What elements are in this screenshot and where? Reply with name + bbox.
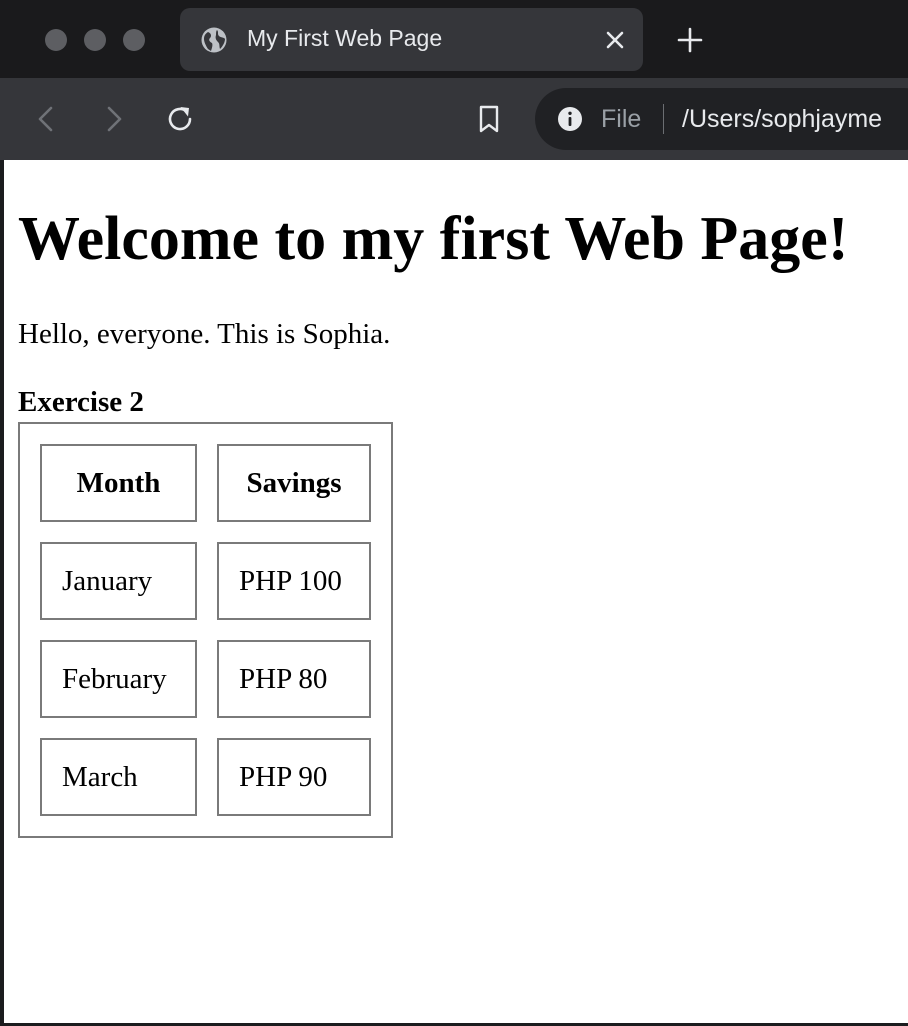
table-row: January PHP 100	[40, 542, 371, 620]
header-savings: Savings	[217, 444, 371, 522]
zoom-window-button[interactable]	[123, 29, 145, 51]
tab-strip: My First Web Page	[0, 0, 908, 78]
close-icon[interactable]	[603, 28, 627, 52]
month-cell: March	[40, 738, 197, 816]
url-divider	[663, 104, 664, 134]
table-row: February PHP 80	[40, 640, 371, 718]
url-text[interactable]: /Users/sophjayme	[682, 105, 882, 134]
address-bar[interactable]: File /Users/sophjayme	[535, 88, 908, 150]
header-month: Month	[40, 444, 197, 522]
plus-icon[interactable]	[672, 22, 708, 58]
page-viewport: Welcome to my first Web Page! Hello, eve…	[4, 160, 908, 1023]
close-window-button[interactable]	[45, 29, 67, 51]
back-arrow-icon[interactable]	[30, 102, 64, 136]
month-cell: February	[40, 640, 197, 718]
bookmark-icon[interactable]	[472, 102, 506, 136]
info-icon[interactable]	[557, 106, 583, 132]
minimize-window-button[interactable]	[84, 29, 106, 51]
table-row: March PHP 90	[40, 738, 371, 816]
reload-icon[interactable]	[163, 102, 197, 136]
intro-text: Hello, everyone. This is Sophia.	[18, 318, 391, 350]
savings-cell: PHP 80	[217, 640, 371, 718]
savings-cell: PHP 90	[217, 738, 371, 816]
page-title: Welcome to my first Web Page!	[18, 205, 849, 273]
globe-icon	[201, 27, 227, 53]
tab-active[interactable]: My First Web Page	[180, 8, 643, 71]
table-header-row: Month Savings	[40, 444, 371, 522]
savings-table: Month Savings January PHP 100 February P…	[18, 422, 393, 838]
browser-toolbar: File /Users/sophjayme	[0, 78, 908, 160]
tab-title: My First Web Page	[247, 25, 443, 51]
table-caption: Exercise 2	[18, 386, 144, 418]
month-cell: January	[40, 542, 197, 620]
savings-cell: PHP 100	[217, 542, 371, 620]
scheme-label: File	[601, 105, 642, 133]
forward-arrow-icon[interactable]	[96, 102, 130, 136]
browser-window: My First Web Page File /Users/sophjayme …	[0, 0, 908, 1026]
